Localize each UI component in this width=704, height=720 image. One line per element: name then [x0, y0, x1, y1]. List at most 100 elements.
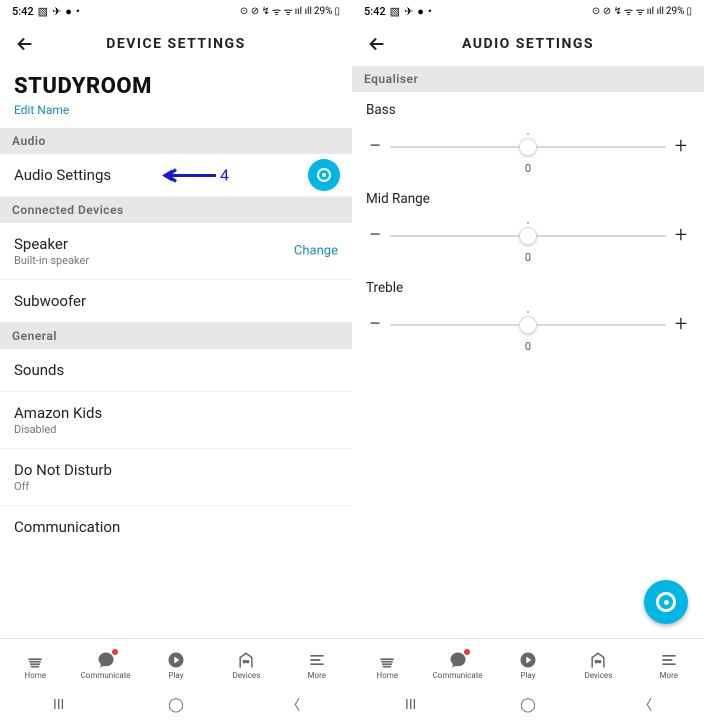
bottom-nav: Home Communicate Play Devices More — [352, 638, 704, 690]
signal-icon: ııl ıll — [647, 6, 664, 17]
nav-devices[interactable]: Devices — [568, 650, 628, 680]
alexa-badge[interactable] — [308, 159, 340, 191]
row-title: Sounds — [14, 361, 338, 379]
nav-label: Communicate — [433, 671, 483, 680]
header-title: AUDIO SETTINGS — [462, 36, 594, 52]
home-icon — [377, 650, 397, 670]
nav-more[interactable]: More — [639, 650, 699, 680]
minus-button[interactable]: − — [366, 314, 384, 336]
arrow-left-icon — [14, 33, 36, 55]
nav-communicate[interactable]: Communicate — [428, 650, 488, 680]
header: DEVICE SETTINGS — [0, 22, 352, 66]
row-audio-settings[interactable]: Audio Settings 4 — [0, 154, 352, 197]
alexa-fab[interactable] — [644, 580, 688, 624]
eq-treble: Treble − + 0 — [352, 270, 704, 359]
status-bar: 5:42 ▧ ✈ ● • ⊙ ⊘ ↯ ᯤ ᯤ ııl ıll 29% ▯ — [352, 0, 704, 22]
edit-name-link[interactable]: Edit Name — [14, 103, 69, 117]
nav-devices[interactable]: Devices — [216, 650, 276, 680]
row-dnd[interactable]: Do Not Disturb Off — [0, 449, 352, 506]
nav-label: Home — [24, 671, 46, 680]
slider-mid: − + — [366, 225, 690, 247]
play-icon — [166, 650, 186, 670]
slider-thumb[interactable] — [519, 227, 537, 245]
row-title: Speaker — [14, 235, 338, 253]
back-button[interactable] — [10, 29, 40, 59]
status-right: ⊙ ⊘ ↯ ᯤ ᯤ ııl ıll 29% ▯ — [592, 4, 692, 18]
slider-bass: − + — [366, 136, 690, 158]
alarm-icon: ⊙ ⊘ ↯ — [240, 6, 270, 17]
status-right: ⊙ ⊘ ↯ ᯤ ᯤ ııl ıll 29% ▯ — [240, 4, 340, 18]
change-link[interactable]: Change — [294, 244, 338, 259]
slider-thumb[interactable] — [519, 316, 537, 334]
messenger-icon: ● — [65, 5, 72, 18]
battery-pct: 29% — [666, 6, 685, 17]
row-title: Do Not Disturb — [14, 461, 338, 479]
plus-button[interactable]: + — [672, 136, 690, 158]
devices-icon — [588, 650, 608, 670]
devices-icon — [236, 650, 256, 670]
alarm-icon: ⊙ ⊘ ↯ — [592, 6, 622, 17]
system-nav: III ◯ 〈 — [0, 690, 352, 720]
nav-play[interactable]: Play — [146, 650, 206, 680]
row-title: Amazon Kids — [14, 404, 338, 422]
annotation-arrow: 4 — [160, 166, 229, 185]
row-title: Communication — [14, 518, 338, 536]
back-system-button[interactable]: 〈 — [615, 695, 675, 715]
nav-label: More — [308, 671, 326, 680]
row-subtitle: Off — [14, 480, 338, 493]
signal-icon: ııl ıll — [295, 6, 312, 17]
nav-label: Play — [168, 671, 183, 680]
back-system-button[interactable]: 〈 — [263, 695, 323, 715]
row-speaker[interactable]: Speaker Built-in speaker Change — [0, 223, 352, 280]
row-sounds[interactable]: Sounds — [0, 349, 352, 392]
minus-button[interactable]: − — [366, 136, 384, 158]
nav-label: Home — [376, 671, 398, 680]
slider-value: 0 — [366, 340, 690, 353]
back-button[interactable] — [362, 29, 392, 59]
recent-apps-button[interactable]: III — [381, 697, 441, 713]
home-button[interactable]: ◯ — [498, 697, 558, 713]
section-general: General — [0, 323, 352, 349]
telegram-icon: ✈ — [404, 5, 413, 18]
eq-label: Bass — [366, 102, 690, 118]
device-name-title: STUDYROOM — [14, 74, 338, 99]
battery-icon: ▯ — [686, 6, 692, 17]
phone-right: 5:42 ▧ ✈ ● • ⊙ ⊘ ↯ ᯤ ᯤ ııl ıll 29% ▯ AUD… — [352, 0, 704, 720]
home-icon — [25, 650, 45, 670]
plus-button[interactable]: + — [672, 314, 690, 336]
slider-track[interactable] — [390, 146, 666, 148]
annotation-number: 4 — [220, 166, 229, 185]
notification-dot — [112, 649, 118, 655]
menu-icon — [659, 650, 679, 670]
slider-value: 0 — [366, 162, 690, 175]
home-button[interactable]: ◯ — [146, 697, 206, 713]
header: AUDIO SETTINGS — [352, 22, 704, 66]
battery-icon: ▯ — [334, 6, 340, 17]
status-time: 5:42 — [364, 5, 386, 18]
row-subwoofer[interactable]: Subwoofer — [0, 280, 352, 323]
row-communication[interactable]: Communication — [0, 506, 352, 548]
section-connected: Connected Devices — [0, 197, 352, 223]
nav-home[interactable]: Home — [5, 650, 65, 680]
eq-mid: Mid Range − + 0 — [352, 181, 704, 270]
more-status-icon: • — [76, 5, 80, 18]
nav-home[interactable]: Home — [357, 650, 417, 680]
nav-communicate[interactable]: Communicate — [76, 650, 136, 680]
messenger-icon: ● — [417, 5, 424, 18]
recent-apps-button[interactable]: III — [29, 697, 89, 713]
row-amazon-kids[interactable]: Amazon Kids Disabled — [0, 392, 352, 449]
slider-thumb[interactable] — [519, 138, 537, 156]
gallery-icon: ▧ — [38, 5, 48, 18]
bottom-nav: Home Communicate Play Devices More — [0, 638, 352, 690]
eq-bass: Bass − + 0 — [352, 92, 704, 181]
nav-label: More — [660, 671, 678, 680]
nav-play[interactable]: Play — [498, 650, 558, 680]
battery-pct: 29% — [314, 6, 333, 17]
nav-more[interactable]: More — [287, 650, 347, 680]
slider-track[interactable] — [390, 324, 666, 326]
eq-label: Treble — [366, 280, 690, 296]
plus-button[interactable]: + — [672, 225, 690, 247]
minus-button[interactable]: − — [366, 225, 384, 247]
header-title: DEVICE SETTINGS — [106, 36, 245, 52]
slider-track[interactable] — [390, 235, 666, 237]
